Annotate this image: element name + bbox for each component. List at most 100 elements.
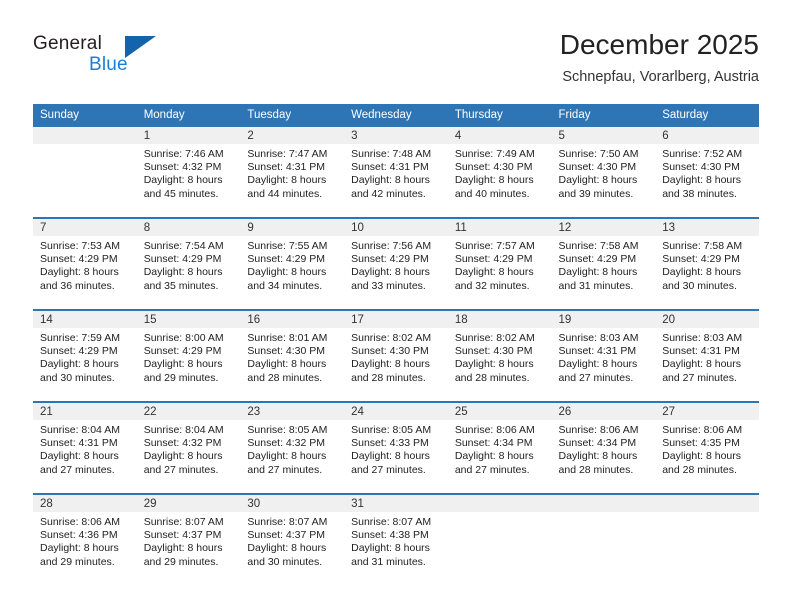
calendar-day-cell[interactable]: 14 Sunrise: 7:59 AM Sunset: 4:29 PM Dayligh… [33, 309, 137, 402]
day-number: 13 [655, 219, 759, 236]
calendar-day-cell[interactable]: 5 Sunrise: 7:50 AM Sunset: 4:30 PM Daylight… [551, 127, 656, 218]
day-number [33, 127, 137, 144]
calendar-day-cell[interactable]: 22 Sunrise: 8:04 AM Sunset: 4:32 PM Dayligh… [136, 401, 241, 494]
daylight-text-line1: Daylight: 8 hours [662, 266, 742, 279]
calendar-day-cell[interactable]: 17 Sunrise: 8:02 AM Sunset: 4:30 PM Dayligh… [344, 309, 448, 402]
sunset-text: Sunset: 4:30 PM [454, 345, 533, 358]
calendar-day-cell[interactable]: 10 Sunrise: 7:56 AM Sunset: 4:29 PM Dayligh… [344, 217, 448, 310]
day-details: Sunrise: 7:53 AM Sunset: 4:29 PM Daylight:… [33, 236, 137, 293]
day-number: 1 [136, 127, 241, 144]
calendar-day-cell[interactable]: 4 Sunrise: 7:49 AM Sunset: 4:30 PM Daylight… [447, 127, 552, 218]
day-details: Sunrise: 8:05 AM Sunset: 4:33 PM Daylight:… [344, 420, 448, 477]
daylight-text-line1: Daylight: 8 hours [40, 358, 119, 371]
day-cell-inner: 14 Sunrise: 7:59 AM Sunset: 4:29 PM Dayligh… [33, 311, 137, 401]
calendar-day-cell[interactable]: 21 Sunrise: 8:04 AM Sunset: 4:31 PM Dayligh… [33, 401, 137, 494]
daylight-text-line1: Daylight: 8 hours [143, 450, 223, 463]
sunset-text: Sunset: 4:32 PM [143, 161, 222, 174]
calendar-day-cell[interactable]: 20 Sunrise: 8:03 AM Sunset: 4:31 PM Dayligh… [655, 309, 759, 402]
sunset-text: Sunset: 4:29 PM [143, 253, 222, 266]
day-cell-inner: 2 Sunrise: 7:47 AM Sunset: 4:31 PM Daylight… [240, 127, 345, 217]
calendar-day-cell[interactable]: 16 Sunrise: 8:01 AM Sunset: 4:30 PM Dayligh… [240, 309, 345, 402]
daylight-text-line1: Daylight: 8 hours [662, 174, 742, 187]
calendar-day-cell[interactable]: 24 Sunrise: 8:05 AM Sunset: 4:33 PM Dayligh… [344, 401, 448, 494]
daylight-text-line1: Daylight: 8 hours [143, 174, 223, 187]
calendar-day-cell[interactable]: 12 Sunrise: 7:58 AM Sunset: 4:29 PM Dayligh… [551, 217, 656, 310]
daylight-text-line2: and 27 minutes. [558, 371, 634, 384]
daylight-text-line2: and 27 minutes. [662, 371, 737, 384]
sunrise-text: Sunrise: 7:58 AM [662, 240, 743, 252]
sunset-text: Sunset: 4:37 PM [247, 529, 326, 542]
calendar-day-cell[interactable]: 8 Sunrise: 7:54 AM Sunset: 4:29 PM Daylight… [136, 217, 241, 310]
calendar-day-cell[interactable]: 18 Sunrise: 8:02 AM Sunset: 4:30 PM Dayligh… [447, 309, 552, 402]
calendar-day-cell[interactable]: 13 Sunrise: 7:58 AM Sunset: 4:29 PM Dayligh… [655, 217, 759, 310]
sunset-text: Sunset: 4:29 PM [247, 253, 326, 266]
day-details: Sunrise: 8:04 AM Sunset: 4:32 PM Daylight:… [137, 420, 241, 477]
day-cell-inner: 3 Sunrise: 7:48 AM Sunset: 4:31 PM Daylight… [344, 127, 448, 217]
sunset-text: Sunset: 4:29 PM [454, 253, 533, 266]
day-details: Sunrise: 7:57 AM Sunset: 4:29 PM Daylight:… [448, 236, 552, 293]
day-number: 15 [136, 311, 241, 328]
day-cell-inner [447, 495, 552, 585]
day-details: Sunrise: 7:50 AM Sunset: 4:30 PM Daylight:… [552, 144, 656, 201]
day-number [551, 495, 656, 512]
calendar-day-cell[interactable]: 1 Sunrise: 7:46 AM Sunset: 4:32 PM Daylight… [136, 127, 241, 218]
day-number: 25 [447, 403, 552, 420]
calendar-day-cell[interactable]: 3 Sunrise: 7:48 AM Sunset: 4:31 PM Daylight… [344, 127, 448, 218]
daylight-text-line1: Daylight: 8 hours [247, 358, 327, 371]
day-details: Sunrise: 8:04 AM Sunset: 4:31 PM Daylight:… [33, 420, 137, 477]
sunrise-text: Sunrise: 8:05 AM [351, 424, 432, 436]
daylight-text-line1: Daylight: 8 hours [40, 450, 119, 463]
day-number: 30 [240, 495, 345, 512]
calendar-day-cell[interactable]: 11 Sunrise: 7:57 AM Sunset: 4:29 PM Dayligh… [447, 217, 552, 310]
calendar-day-cell[interactable]: 23 Sunrise: 8:05 AM Sunset: 4:32 PM Dayligh… [240, 401, 345, 494]
daylight-text-line1: Daylight: 8 hours [454, 174, 534, 187]
sunrise-text: Sunrise: 8:03 AM [558, 332, 639, 344]
calendar-day-cell[interactable]: 6 Sunrise: 7:52 AM Sunset: 4:30 PM Daylight… [655, 127, 759, 218]
sunset-text: Sunset: 4:29 PM [558, 253, 637, 266]
daylight-text-line2: and 33 minutes. [351, 279, 426, 292]
sunset-text: Sunset: 4:29 PM [40, 345, 118, 358]
calendar-day-cell[interactable]: 15 Sunrise: 8:00 AM Sunset: 4:29 PM Dayligh… [136, 309, 241, 402]
calendar-day-cell[interactable]: 29 Sunrise: 8:07 AM Sunset: 4:37 PM Dayligh… [136, 493, 241, 585]
day-cell-inner [33, 127, 137, 217]
daylight-text-line2: and 35 minutes. [143, 279, 219, 292]
weekday-header-tuesday: Tuesday [240, 104, 345, 127]
day-details: Sunrise: 8:02 AM Sunset: 4:30 PM Daylight:… [448, 328, 552, 385]
daylight-text-line1: Daylight: 8 hours [351, 358, 430, 371]
calendar-day-cell[interactable]: 7 Sunrise: 7:53 AM Sunset: 4:29 PM Daylight… [33, 217, 137, 310]
calendar-day-cell[interactable]: 30 Sunrise: 8:07 AM Sunset: 4:37 PM Dayligh… [240, 493, 345, 585]
day-number: 10 [344, 219, 448, 236]
calendar-week-row: 21 Sunrise: 8:04 AM Sunset: 4:31 PM Dayligh… [33, 401, 759, 494]
day-number: 21 [33, 403, 137, 420]
calendar-day-cell[interactable]: 28 Sunrise: 8:06 AM Sunset: 4:36 PM Dayligh… [33, 493, 137, 585]
day-details: Sunrise: 8:06 AM Sunset: 4:34 PM Daylight:… [448, 420, 552, 477]
day-details: Sunrise: 8:03 AM Sunset: 4:31 PM Daylight:… [552, 328, 656, 385]
sunset-text: Sunset: 4:33 PM [351, 437, 429, 450]
calendar-day-cell[interactable]: 25 Sunrise: 8:06 AM Sunset: 4:34 PM Dayligh… [447, 401, 552, 494]
daylight-text-line1: Daylight: 8 hours [351, 174, 430, 187]
day-cell-inner: 1 Sunrise: 7:46 AM Sunset: 4:32 PM Daylight… [136, 127, 241, 217]
daylight-text-line1: Daylight: 8 hours [662, 450, 742, 463]
calendar-day-cell[interactable]: 31 Sunrise: 8:07 AM Sunset: 4:38 PM Dayligh… [344, 493, 448, 585]
calendar-day-cell[interactable]: 27 Sunrise: 8:06 AM Sunset: 4:35 PM Dayligh… [655, 401, 759, 494]
page-header: General Blue December 2025 Schnepfau, Vo… [0, 0, 792, 100]
general-blue-logo: General Blue [33, 33, 203, 83]
daylight-text-line2: and 36 minutes. [40, 279, 115, 292]
calendar-day-cell-empty [655, 493, 759, 585]
sunset-text: Sunset: 4:31 PM [247, 161, 326, 174]
day-number: 17 [344, 311, 448, 328]
calendar-day-cell[interactable]: 2 Sunrise: 7:47 AM Sunset: 4:31 PM Daylight… [240, 127, 345, 218]
day-details: Sunrise: 8:05 AM Sunset: 4:32 PM Daylight:… [240, 420, 344, 477]
sunrise-text: Sunrise: 7:47 AM [247, 148, 328, 160]
calendar-day-cell[interactable]: 9 Sunrise: 7:55 AM Sunset: 4:29 PM Daylight… [240, 217, 345, 310]
calendar-day-cell[interactable]: 19 Sunrise: 8:03 AM Sunset: 4:31 PM Dayligh… [551, 309, 656, 402]
day-details: Sunrise: 8:07 AM Sunset: 4:38 PM Daylight:… [344, 512, 448, 569]
daylight-text-line2: and 28 minutes. [662, 463, 737, 476]
daylight-text-line1: Daylight: 8 hours [247, 542, 327, 555]
calendar-day-cell[interactable]: 26 Sunrise: 8:06 AM Sunset: 4:34 PM Dayligh… [551, 401, 656, 494]
daylight-text-line2: and 30 minutes. [247, 555, 323, 568]
day-number: 28 [33, 495, 137, 512]
daylight-text-line2: and 40 minutes. [454, 187, 530, 200]
day-cell-inner: 19 Sunrise: 8:03 AM Sunset: 4:31 PM Dayligh… [551, 311, 656, 401]
sunset-text: Sunset: 4:36 PM [40, 529, 118, 542]
